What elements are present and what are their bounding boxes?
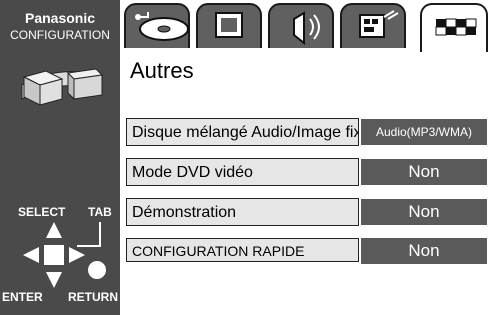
right-arrow-icon <box>69 247 85 263</box>
display-icon <box>359 10 399 38</box>
remote-navigation-diagram <box>23 222 106 288</box>
tab-hint: TAB <box>88 205 112 219</box>
left-arrow-icon <box>23 247 39 263</box>
page-title: Autres <box>130 58 194 83</box>
setting-label-dvd-video-mode[interactable]: Mode DVD vidéo <box>126 158 359 186</box>
enter-hint: ENTER <box>2 290 43 304</box>
setting-value-dvd-video-mode[interactable]: Non <box>361 159 487 185</box>
tab-bar <box>120 0 490 52</box>
menu-title: CONFIGURATION <box>10 28 110 42</box>
down-arrow-icon <box>46 272 62 288</box>
enter-button-icon <box>44 245 64 265</box>
tab-display[interactable] <box>340 3 406 48</box>
setting-value-quick-setup[interactable]: Non <box>361 238 487 264</box>
speaker-icon <box>293 11 320 46</box>
configuration-logo-icon <box>21 68 104 106</box>
return-hint: RETURN <box>68 290 118 304</box>
sidebar: Panasonic CONFIGURATION SELECT TAB ENTER… <box>0 0 120 315</box>
brand-name: Panasonic <box>24 10 96 26</box>
setting-label-demonstration[interactable]: Démonstration <box>126 198 359 226</box>
tab-disc[interactable] <box>124 3 190 48</box>
return-button-icon <box>88 261 106 279</box>
others-icon <box>435 18 477 36</box>
up-arrow-icon <box>46 222 62 238</box>
setting-label-mixed-disc[interactable]: Disque mélangé Audio/Image fixe <box>126 118 359 146</box>
setting-value-demonstration[interactable]: Non <box>361 199 487 225</box>
setting-value-mixed-disc[interactable]: Audio(MP3/WMA) <box>361 119 487 145</box>
tab-others[interactable] <box>420 3 488 52</box>
tab-audio[interactable] <box>268 3 334 48</box>
tab-screen[interactable] <box>196 3 262 48</box>
select-hint: SELECT <box>18 205 66 219</box>
setting-label-quick-setup[interactable]: CONFIGURATION RAPIDE <box>126 238 359 262</box>
disc-icon <box>135 12 189 41</box>
tab-bracket-line <box>77 222 101 247</box>
screen-icon <box>215 12 243 38</box>
